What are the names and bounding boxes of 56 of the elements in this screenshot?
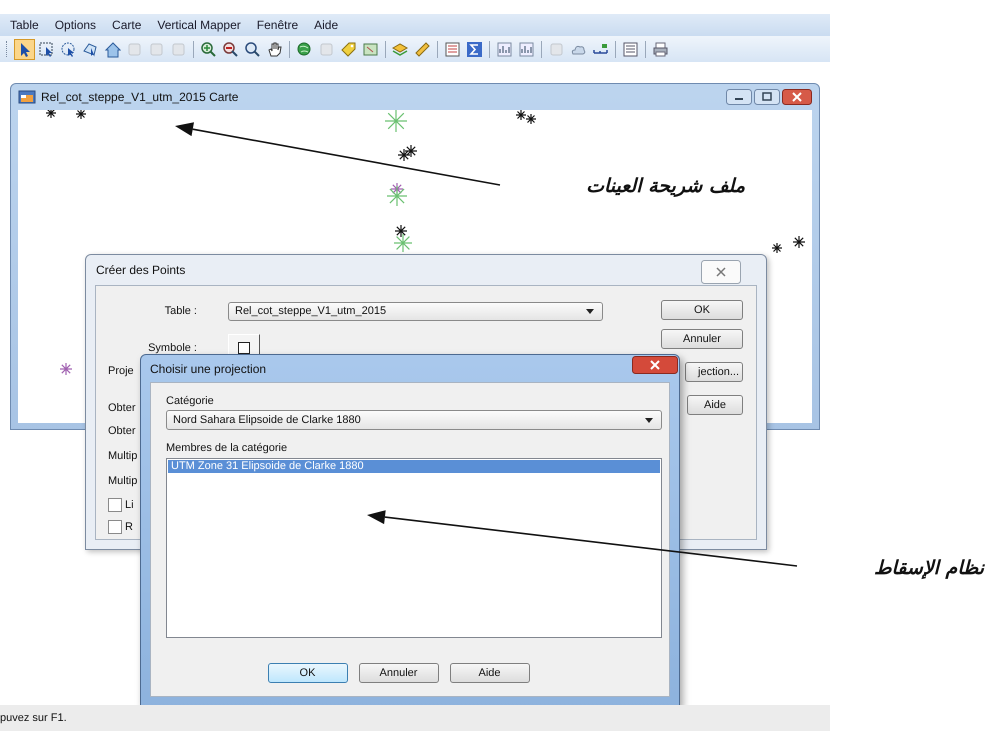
asterisk-icon (393, 233, 413, 253)
asterisk-icon (515, 110, 527, 121)
asterisk-icon (45, 110, 57, 119)
field-label: Symbole : (147, 342, 198, 354)
menu-item[interactable]: Options (54, 18, 96, 32)
checkbox[interactable] (108, 520, 122, 534)
dialog-button[interactable]: Annuler (661, 329, 743, 349)
menu-item[interactable]: Aide (314, 18, 338, 32)
menu-item[interactable]: Table (10, 18, 39, 32)
menu-item[interactable]: Vertical Mapper (157, 18, 241, 32)
status-text: puvez sur F1. (0, 712, 67, 724)
field-label: Multip (108, 450, 138, 464)
dialog-button[interactable]: Aide (450, 663, 530, 683)
close-icon[interactable] (632, 356, 678, 374)
maximize-icon[interactable] (754, 89, 780, 105)
menu-item[interactable]: Fenêtre (256, 18, 298, 32)
checkbox-label: R (125, 521, 133, 533)
window-title: Rel_cot_steppe_V1_utm_2015 Carte (41, 90, 238, 104)
annotation-label: نظام الإسقاط (874, 557, 984, 579)
pointer-icon[interactable] (14, 38, 35, 60)
field-label: Catégorie (166, 395, 215, 407)
dialog-button[interactable]: jection... (685, 362, 743, 382)
asterisk-icon (384, 110, 408, 133)
field-label: Multip (108, 475, 138, 489)
dialog-button[interactable]: OK (661, 300, 743, 320)
caret-icon (645, 418, 653, 422)
dialog-button[interactable]: OK (268, 663, 348, 683)
asterisk-icon (771, 242, 783, 254)
field-label: Obter (108, 425, 136, 439)
asterisk-icon (75, 110, 87, 120)
field-label: Membres de la catégorie (166, 442, 288, 454)
dialog-button[interactable]: Annuler (358, 663, 438, 683)
dialog-title: Créer des Points (96, 263, 186, 277)
map-window-icon (18, 90, 36, 104)
table-dropdown[interactable]: Rel_cot_steppe_V1_utm_2015 (228, 302, 603, 320)
asterisk-icon (792, 235, 806, 249)
close-icon[interactable] (782, 89, 812, 105)
checkbox-label: Li (125, 499, 134, 511)
asterisk-icon (525, 113, 537, 125)
asterisk-icon (394, 224, 408, 238)
annotation-label: ملف شريحة العينات (586, 175, 745, 197)
field-label: Proje (108, 365, 134, 379)
minimize-icon[interactable] (726, 89, 752, 105)
category-dropdown[interactable]: Nord Sahara Elipsoide de Clarke 1880 (166, 410, 662, 430)
close-icon[interactable] (701, 260, 741, 284)
checkbox[interactable] (108, 498, 122, 512)
field-label: Table : (164, 305, 198, 317)
menu-item[interactable]: Carte (112, 18, 142, 32)
square-icon (238, 342, 250, 354)
asterisk-icon (59, 362, 73, 376)
caret-icon (586, 308, 594, 314)
field-label: Obter (108, 402, 136, 416)
asterisk-icon (404, 144, 418, 158)
asterisk-icon (397, 148, 411, 162)
dialog-button[interactable]: Aide (687, 395, 743, 415)
dialog-title: Choisir une projection (150, 362, 266, 376)
